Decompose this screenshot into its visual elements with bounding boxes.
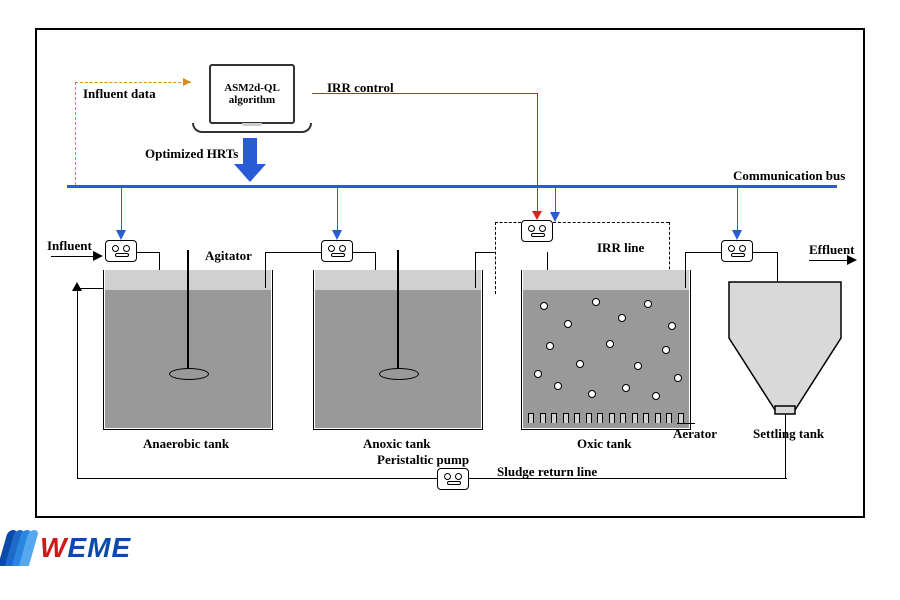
influent-data-label: Influent data	[83, 86, 156, 102]
effluent-line	[809, 260, 849, 261]
anaerobic-tank	[103, 270, 273, 430]
settling-tank-label: Settling tank	[753, 426, 824, 442]
influent-data-line-v	[75, 82, 76, 185]
pipe-t2-out-h	[475, 252, 495, 253]
sludge-v1	[785, 414, 786, 478]
pipe-into-tank2-h	[353, 252, 375, 253]
bus-drop-3	[555, 188, 556, 214]
weme-logo: WEME	[6, 530, 131, 566]
influent-data-line-h	[75, 82, 191, 83]
sludge-into-tank1	[77, 288, 103, 289]
sludge-v2	[77, 288, 78, 478]
anoxic-tank-label: Anoxic tank	[363, 436, 431, 452]
tank3-surface	[523, 270, 689, 290]
tank3-fill	[523, 290, 689, 428]
optimized-hrts-arrow	[243, 138, 257, 166]
aerator-pointer	[677, 423, 695, 424]
pipe-t3-out-v	[685, 252, 686, 288]
sludge-arrowhead-up	[72, 282, 82, 291]
pump-anoxic-in	[321, 240, 353, 262]
irr-control-arrowhead	[532, 211, 542, 220]
bus-drop-4	[737, 188, 738, 232]
tank2-agitator	[397, 250, 399, 380]
tank1-agitator	[187, 250, 189, 380]
pipe-t1-out-h	[265, 252, 321, 253]
oxic-tank-label: Oxic tank	[577, 436, 632, 452]
settling-tank	[725, 278, 845, 418]
influent-label: Influent	[47, 238, 92, 254]
controller-algorithm-label: ASM2d-QL algorithm	[215, 82, 289, 106]
bus-drop-1	[121, 188, 122, 232]
influent-arrowhead	[93, 251, 103, 261]
pipe-t2-out-v	[475, 252, 476, 288]
pipe-into-settler-h	[753, 252, 777, 253]
diagram-frame: ASM2d-QL algorithm Influent data IRR con…	[35, 28, 865, 518]
irr-line-label: IRR line	[597, 240, 644, 256]
pump-anaerobic-in	[105, 240, 137, 262]
bus-drop-2	[337, 188, 338, 232]
effluent-label: Effluent	[809, 242, 855, 258]
pipe-t1-out-v	[265, 252, 266, 288]
pipe-t3-out-h	[685, 252, 721, 253]
controller-laptop: ASM2d-QL algorithm	[192, 64, 312, 133]
anoxic-tank	[313, 270, 483, 430]
pipe-into-tank1-h	[137, 252, 159, 253]
logo-text: WEME	[40, 532, 131, 564]
controller-screen: ASM2d-QL algorithm	[209, 64, 295, 124]
bus-drop-1-arrow	[116, 230, 126, 240]
irr-line-h1	[495, 222, 521, 223]
sludge-return-label: Sludge return line	[497, 464, 597, 480]
optimized-hrts-label: Optimized HRTs	[145, 146, 238, 162]
irr-control-line-v	[537, 93, 538, 213]
logo-waves-icon	[6, 530, 34, 566]
sludge-h-left	[77, 478, 437, 479]
anaerobic-tank-label: Anaerobic tank	[143, 436, 229, 452]
peristaltic-pump	[437, 468, 469, 490]
bus-drop-4-arrow	[732, 230, 742, 240]
agitator-label: Agitator	[205, 248, 252, 264]
pump-irr	[521, 220, 553, 242]
communication-bus-label: Communication bus	[733, 168, 845, 184]
irr-line-h2	[553, 222, 669, 223]
irr-control-label: IRR control	[327, 80, 394, 96]
aerator-label: Aerator	[673, 426, 717, 442]
pump-settler-in	[721, 240, 753, 262]
laptop-base	[192, 123, 312, 133]
oxic-tank	[521, 270, 691, 430]
communication-bus-line	[67, 185, 837, 188]
peristaltic-pump-label: Peristaltic pump	[377, 452, 469, 468]
influent-line	[51, 256, 95, 257]
influent-data-arrowhead	[183, 78, 191, 86]
irr-line-v1	[495, 222, 496, 294]
bus-drop-2-arrow	[332, 230, 342, 240]
aerator-row	[528, 413, 684, 425]
